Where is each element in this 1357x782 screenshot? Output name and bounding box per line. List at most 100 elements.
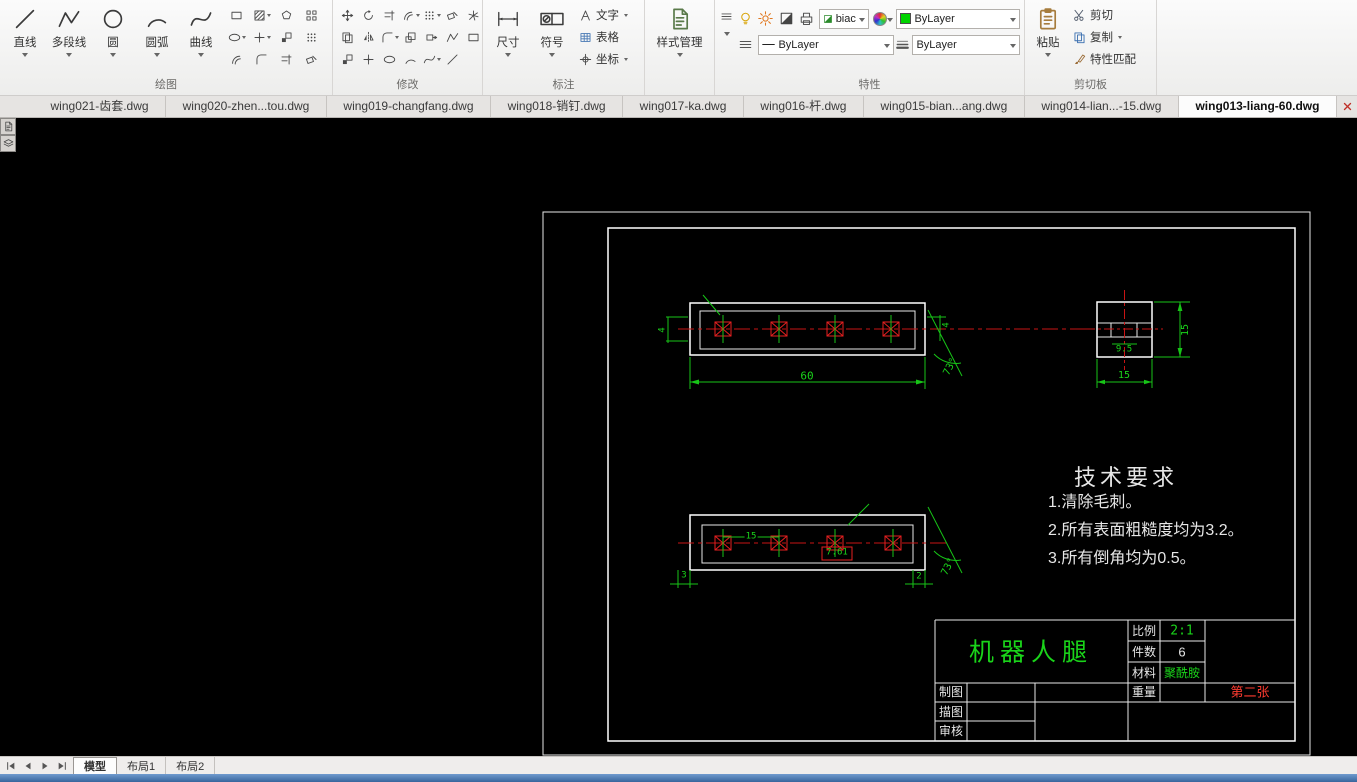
explode-tool-button[interactable]: [463, 4, 484, 26]
next-layout-button[interactable]: [38, 759, 52, 772]
symbol-icon: [540, 7, 564, 31]
layer-on-off-button[interactable]: [736, 9, 754, 28]
line-icon: [13, 7, 37, 31]
mirror-tool-button[interactable]: [358, 26, 379, 48]
copy-tool-button[interactable]: [337, 26, 358, 48]
rectangle-tool-button[interactable]: [224, 4, 249, 26]
file-tab[interactable]: wing014-lian...-15.dwg: [1025, 96, 1179, 117]
weight-label: 重量: [1131, 685, 1157, 699]
lineweight-dropdown[interactable]: ByLayer: [912, 34, 1020, 55]
plot-style-dropdown[interactable]: biac: [818, 8, 870, 29]
symbol-tool-button[interactable]: 符号: [531, 2, 573, 72]
tech-requirements-title: 技术要求: [1073, 465, 1179, 490]
layout1-tab[interactable]: 布局1: [117, 757, 167, 774]
file-tab[interactable]: wing021-齿套.dwg: [34, 96, 167, 117]
file-tab[interactable]: wing016-杆.dwg: [744, 96, 864, 117]
fillet-icon: [255, 53, 268, 66]
scale-icon: [404, 31, 417, 44]
rectangle-tool-button[interactable]: [463, 26, 484, 48]
layer-freeze-button[interactable]: [757, 9, 775, 28]
rotate-tool-button[interactable]: [358, 4, 379, 26]
text-tool-button[interactable]: 文字: [575, 4, 632, 26]
scale-tool-button[interactable]: [400, 26, 421, 48]
circle-tool-button[interactable]: 圆: [92, 2, 134, 72]
stretch-tool-button[interactable]: [421, 26, 442, 48]
drawing-canvas[interactable]: 技术要求 1.清除毛刺。 2.所有表面粗糙度均为3.2。 3.所有倒角均为0.5…: [0, 118, 1357, 756]
copy-button[interactable]: 复制: [1069, 26, 1140, 48]
array-tool-button[interactable]: [299, 26, 324, 48]
plot-button[interactable]: [798, 9, 816, 28]
join-tool-button[interactable]: [442, 26, 463, 48]
polyline-tool-button[interactable]: 多段线: [48, 2, 90, 72]
model-tab[interactable]: 模型: [73, 757, 117, 774]
spline-edit-button[interactable]: [421, 48, 442, 70]
spline-tool-button[interactable]: 曲线: [180, 2, 222, 72]
array-tool-button[interactable]: [421, 4, 442, 26]
palette-button[interactable]: [0, 135, 16, 152]
layout2-tab[interactable]: 布局2: [166, 757, 216, 774]
layer-dropdown[interactable]: ByLayer: [896, 8, 1020, 29]
copy-label: 复制: [1090, 32, 1113, 44]
line-edit-button[interactable]: [442, 48, 463, 70]
arc-edit-button[interactable]: [400, 48, 421, 70]
first-layout-button[interactable]: [4, 759, 18, 772]
polygon-tool-button[interactable]: [274, 4, 299, 26]
block-tool-button[interactable]: [274, 26, 299, 48]
close-tab-button[interactable]: [1337, 96, 1357, 117]
arc-tool-button[interactable]: 圆弧: [136, 2, 178, 72]
swatch-icon: [779, 11, 794, 26]
join-icon: [446, 31, 459, 44]
erase-tool-button[interactable]: [442, 4, 463, 26]
coordinate-tool-button[interactable]: 坐标: [575, 48, 632, 70]
offset-tool-button[interactable]: [224, 48, 249, 70]
point-edit-button[interactable]: [358, 48, 379, 70]
palette-button[interactable]: [0, 118, 16, 135]
block-icon: [280, 31, 293, 44]
mirror-icon: [362, 31, 375, 44]
paste-button[interactable]: 粘贴: [1029, 2, 1067, 72]
ellipse-edit-button[interactable]: [379, 48, 400, 70]
last-layout-button[interactable]: [55, 759, 69, 772]
dropdown-caret-icon: [624, 57, 628, 61]
block-edit-button[interactable]: [337, 48, 358, 70]
cut-button[interactable]: 剪切: [1069, 4, 1140, 26]
region-tool-button[interactable]: [274, 48, 299, 70]
file-tab[interactable]: wing020-zhen...tou.dwg: [166, 96, 327, 117]
file-tab-active[interactable]: wing013-liang-60.dwg: [1178, 96, 1338, 117]
quantity-label: 件数: [1131, 645, 1157, 659]
part-name: 机器人腿: [968, 637, 1094, 667]
linetype-menu-button[interactable]: [736, 35, 755, 54]
color-swatch-button[interactable]: [778, 9, 796, 28]
previous-layout-button[interactable]: [21, 759, 35, 772]
table-tool-button[interactable]: 表格: [575, 26, 632, 48]
trim-tool-button[interactable]: [379, 4, 400, 26]
style-manager-button[interactable]: 样式管理: [650, 2, 710, 72]
quantity-value: 6: [1178, 644, 1186, 660]
dimension-tool-button[interactable]: 尺寸: [487, 2, 529, 72]
fillet-tool-button[interactable]: [249, 48, 274, 70]
match-properties-button[interactable]: 特性匹配: [1069, 48, 1140, 70]
point-tool-button[interactable]: [249, 26, 274, 48]
offset-tool-button[interactable]: [400, 4, 421, 26]
dropdown-caret-icon[interactable]: [723, 32, 730, 36]
dropdown-caret-icon: [549, 53, 555, 57]
table-tool-button[interactable]: [299, 4, 324, 26]
hatch-tool-button[interactable]: [249, 4, 274, 26]
file-tab[interactable]: wing018-销钉.dwg: [491, 96, 624, 117]
line-tool-button[interactable]: 直线: [4, 2, 46, 72]
linetype-dropdown[interactable]: ByLayer: [758, 34, 895, 55]
move-tool-button[interactable]: [337, 4, 358, 26]
dropdown-caret-icon: [1118, 35, 1122, 39]
file-tab[interactable]: wing015-bian...ang.dwg: [864, 96, 1025, 117]
dropdown-caret-icon: [884, 44, 891, 48]
material-label: 材料: [1131, 666, 1157, 680]
erase-tool-button[interactable]: [299, 48, 324, 70]
ellipse-tool-button[interactable]: [224, 26, 249, 48]
fillet-tool-button[interactable]: [379, 26, 400, 48]
file-tab[interactable]: wing017-ka.dwg: [623, 96, 744, 117]
file-tab[interactable]: wing019-changfang.dwg: [327, 96, 492, 117]
color-wheel-button[interactable]: [872, 9, 894, 28]
ribbon-section-clipboard: 粘贴 剪切 复制 特性匹配 剪切板: [1025, 0, 1157, 95]
menu-icon[interactable]: [720, 10, 733, 23]
sun-icon: [758, 11, 773, 26]
